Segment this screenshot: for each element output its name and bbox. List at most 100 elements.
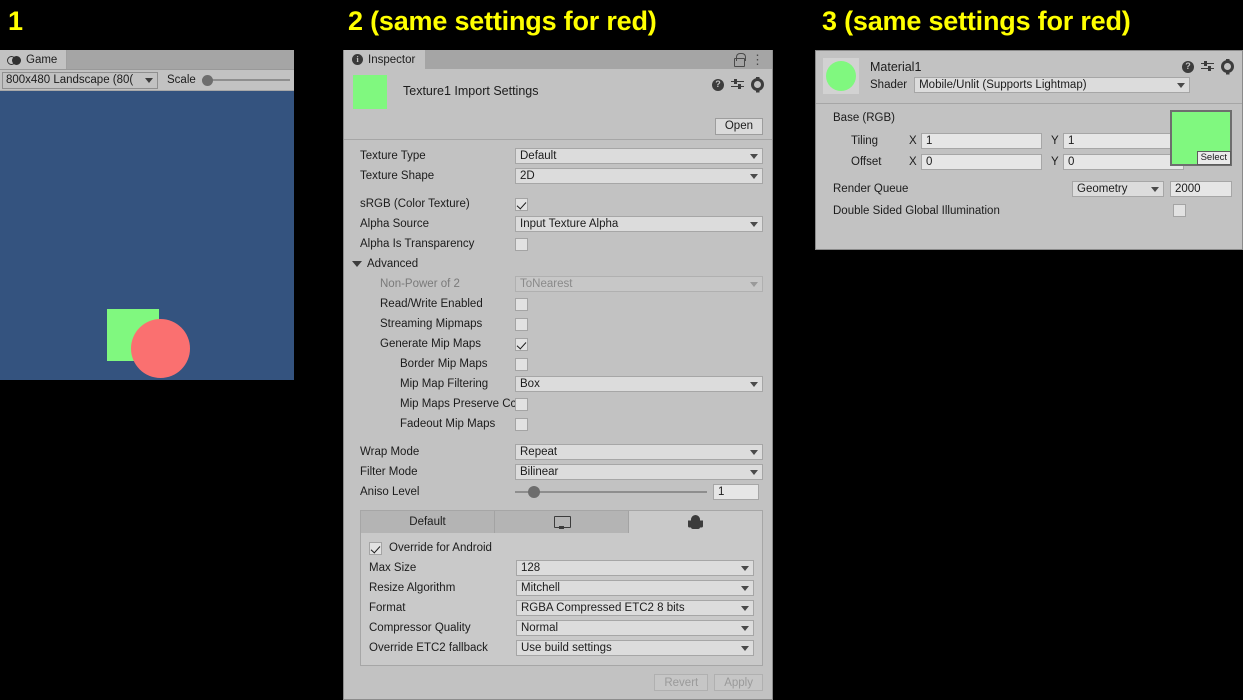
offset-x-axis-label: X bbox=[909, 155, 917, 168]
aniso-level-input[interactable]: 1 bbox=[713, 484, 759, 500]
game-view-panel: Game 800x480 Landscape (80( Scale bbox=[0, 50, 294, 380]
format-dropdown[interactable]: RGBA Compressed ETC2 8 bits bbox=[516, 600, 754, 616]
chevron-down-icon bbox=[1177, 82, 1185, 88]
kebab-menu-icon[interactable]: ⋮ bbox=[751, 53, 764, 66]
advanced-foldout[interactable]: Advanced bbox=[352, 254, 763, 274]
inspector-tabbar-right: ⋮ bbox=[425, 50, 772, 69]
gear-icon[interactable] bbox=[1221, 60, 1234, 73]
alpha-source-dropdown[interactable]: Input Texture Alpha bbox=[515, 216, 763, 232]
tiling-x-axis-label: X bbox=[909, 134, 917, 147]
tab-game[interactable]: Game bbox=[0, 50, 68, 69]
scale-slider-handle[interactable] bbox=[201, 75, 213, 86]
shader-label: Shader bbox=[870, 79, 908, 91]
gear-icon[interactable] bbox=[751, 78, 764, 91]
help-icon[interactable]: ? bbox=[1182, 60, 1194, 73]
double-sided-gi-checkbox[interactable] bbox=[1173, 204, 1186, 217]
chevron-down-icon bbox=[750, 469, 758, 475]
filter-mode-label: Filter Mode bbox=[360, 466, 418, 478]
row-streaming-mipmaps: Streaming Mipmaps bbox=[360, 314, 763, 334]
render-queue-dropdown[interactable]: Geometry bbox=[1072, 181, 1164, 197]
generate-mipmaps-checkbox[interactable] bbox=[515, 337, 528, 351]
shader-value: Mobile/Unlit (Supports Lightmap) bbox=[919, 79, 1087, 91]
platform-tab-default[interactable]: Default bbox=[361, 511, 495, 533]
resize-algorithm-dropdown[interactable]: Mitchell bbox=[516, 580, 754, 596]
chevron-down-icon bbox=[750, 281, 758, 287]
tab-inspector[interactable]: i Inspector bbox=[344, 50, 426, 69]
platform-tab-standalone[interactable] bbox=[495, 511, 629, 533]
fadeout-mipmaps-checkbox[interactable] bbox=[515, 417, 528, 431]
wrap-mode-value: Repeat bbox=[520, 446, 558, 458]
texture-shape-dropdown[interactable]: 2D bbox=[515, 168, 763, 184]
npot-dropdown: ToNearest bbox=[515, 276, 763, 292]
tiling-label: Tiling bbox=[851, 134, 879, 147]
border-mipmaps-checkbox[interactable] bbox=[515, 357, 528, 371]
srgb-label: sRGB (Color Texture) bbox=[360, 198, 470, 210]
tiling-y-input[interactable]: 1 bbox=[1063, 132, 1184, 149]
max-size-dropdown[interactable]: 128 bbox=[516, 560, 754, 576]
help-icon[interactable]: ? bbox=[712, 78, 724, 91]
screenshot-root: 1 2 (same settings for red) 3 (same sett… bbox=[0, 0, 1243, 700]
filter-mode-dropdown[interactable]: Bilinear bbox=[515, 464, 763, 480]
tiling-y-axis-label: Y bbox=[1051, 134, 1059, 147]
border-mipmaps-label: Border Mip Maps bbox=[400, 358, 488, 370]
etc2-fallback-dropdown[interactable]: Use build settings bbox=[516, 640, 754, 656]
wrap-mode-dropdown[interactable]: Repeat bbox=[515, 444, 763, 460]
preserve-coverage-checkbox[interactable] bbox=[515, 397, 528, 411]
platform-tab-android[interactable] bbox=[629, 511, 762, 533]
chevron-down-icon bbox=[741, 625, 749, 631]
compressor-quality-dropdown[interactable]: Normal bbox=[516, 620, 754, 636]
inspector-tabbar: i Inspector ⋮ bbox=[344, 50, 772, 69]
srgb-checkbox[interactable] bbox=[515, 197, 528, 211]
inspector-header-icons: ? bbox=[712, 78, 764, 91]
lock-icon[interactable] bbox=[734, 53, 746, 67]
render-queue-value: Geometry bbox=[1077, 183, 1128, 195]
scale-slider-track bbox=[201, 79, 290, 81]
texture-shape-value: 2D bbox=[520, 170, 535, 182]
wrap-mode-label: Wrap Mode bbox=[360, 446, 420, 458]
preset-icon[interactable] bbox=[731, 78, 744, 91]
render-queue-label: Render Queue bbox=[833, 183, 909, 195]
chevron-down-icon bbox=[741, 605, 749, 611]
resize-algorithm-label: Resize Algorithm bbox=[369, 582, 456, 594]
callout-2: 2 (same settings for red) bbox=[348, 6, 657, 36]
base-texture-slot[interactable]: Select bbox=[1170, 110, 1232, 166]
callout-1: 1 bbox=[8, 6, 23, 36]
double-sided-gi-label: Double Sided Global Illumination bbox=[833, 204, 1000, 217]
preserve-coverage-label: Mip Maps Preserve Cс bbox=[400, 398, 515, 410]
aniso-slider-handle[interactable] bbox=[528, 486, 540, 498]
etc2-fallback-value: Use build settings bbox=[521, 642, 612, 654]
revert-button[interactable]: Revert bbox=[654, 674, 709, 691]
texture-preview-thumbnail bbox=[353, 75, 387, 109]
row-max-size: Max Size 128 bbox=[369, 558, 754, 578]
streaming-mipmaps-label: Streaming Mipmaps bbox=[380, 318, 483, 330]
scale-slider[interactable] bbox=[201, 73, 290, 87]
chevron-down-icon bbox=[750, 153, 758, 159]
aniso-level-slider[interactable] bbox=[515, 485, 707, 499]
monitor-icon bbox=[554, 515, 571, 529]
alpha-transparency-label: Alpha Is Transparency bbox=[360, 238, 475, 250]
chevron-down-icon bbox=[741, 645, 749, 651]
material-preview bbox=[823, 58, 859, 94]
tiling-x-input[interactable]: 1 bbox=[921, 132, 1042, 149]
offset-y-input[interactable]: 0 bbox=[1063, 153, 1184, 170]
open-button[interactable]: Open bbox=[714, 117, 763, 135]
resolution-dropdown[interactable]: 800x480 Landscape (80( bbox=[2, 71, 158, 89]
alpha-transparency-checkbox[interactable] bbox=[515, 237, 528, 251]
material-render-section: Render Queue Geometry 2000 Double Sided … bbox=[816, 172, 1242, 221]
mip-filtering-value: Box bbox=[520, 378, 540, 390]
readwrite-checkbox[interactable] bbox=[515, 297, 528, 311]
render-queue-number-input[interactable]: 2000 bbox=[1170, 181, 1232, 197]
texture-type-dropdown[interactable]: Default bbox=[515, 148, 763, 164]
preset-icon[interactable] bbox=[1201, 60, 1214, 73]
override-android-checkbox[interactable] bbox=[369, 541, 382, 555]
select-texture-button[interactable]: Select bbox=[1196, 151, 1231, 165]
apply-button[interactable]: Apply bbox=[714, 674, 763, 691]
offset-x-input[interactable]: 0 bbox=[921, 153, 1042, 170]
tabbar-empty-area bbox=[67, 50, 294, 69]
streaming-mipmaps-checkbox[interactable] bbox=[515, 317, 528, 331]
game-canvas[interactable] bbox=[0, 91, 294, 380]
row-shader: Shader Mobile/Unlit (Supports Lightmap) bbox=[870, 77, 1234, 93]
shader-dropdown[interactable]: Mobile/Unlit (Supports Lightmap) bbox=[914, 77, 1190, 93]
mip-filtering-dropdown[interactable]: Box bbox=[515, 376, 763, 392]
max-size-value: 128 bbox=[521, 562, 541, 574]
